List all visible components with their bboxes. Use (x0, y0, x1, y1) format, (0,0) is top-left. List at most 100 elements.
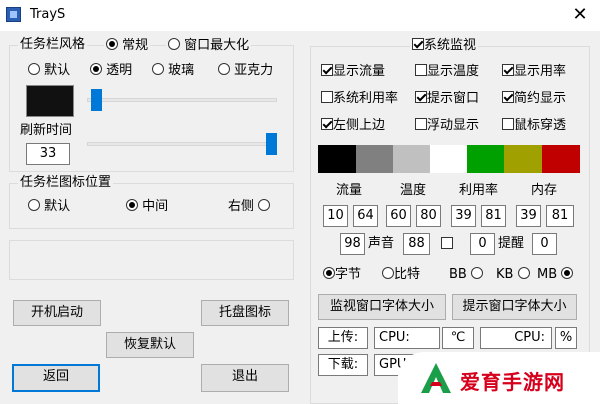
back-button[interactable]: 返回 (12, 364, 100, 392)
radio-position-right-label: 右侧 (228, 199, 255, 214)
sound-value-field[interactable]: 98 (340, 233, 365, 255)
cpu-temp-field[interactable]: CPU: (374, 327, 440, 349)
check-left-top-box (321, 118, 333, 130)
color-swatch[interactable] (393, 145, 430, 173)
color-swatch[interactable] (356, 145, 393, 173)
header-memory: 内存 (531, 183, 558, 198)
restore-default-button[interactable]: 恢复默认 (106, 332, 194, 358)
radio-style-default-indicator (28, 63, 40, 75)
color-swatch[interactable] (504, 145, 542, 173)
check-floating-display[interactable]: 浮动显示 (415, 117, 479, 135)
percent-unit: % (555, 327, 577, 349)
check-tip-window[interactable]: 提示窗口 (415, 90, 479, 108)
check-mouse-passthrough-box (502, 118, 514, 130)
refresh-slider-thumb[interactable] (266, 133, 277, 155)
reminder-checkbox[interactable] (441, 237, 453, 252)
radio-unit-kb-label: KB (496, 267, 514, 282)
check-show-traffic[interactable]: 显示流量 (321, 63, 385, 81)
check-floating-display-label: 浮动显示 (427, 118, 480, 133)
radio-unit-mb-label: MB (537, 267, 558, 282)
check-show-temperature-label: 显示温度 (427, 64, 480, 79)
radio-mode-normal-indicator (106, 38, 118, 50)
color-preview-swatch[interactable] (26, 85, 74, 117)
reminder-checkbox-box (441, 237, 453, 249)
radio-unit-bits[interactable]: 比特 (382, 266, 420, 284)
title-bar (0, 0, 600, 31)
memory-threshold-low[interactable]: 39 (516, 205, 541, 227)
radio-unit-kb[interactable]: KB (496, 266, 530, 284)
radio-unit-bb-label: BB (449, 267, 467, 282)
radio-position-center-indicator (126, 199, 138, 211)
radio-unit-bytes-indicator (323, 267, 335, 279)
monitor-font-size-button[interactable]: 监视窗口字体大小 (318, 294, 446, 320)
traffic-threshold-high[interactable]: 64 (353, 205, 378, 227)
color-swatch[interactable] (318, 145, 356, 173)
color-swatch[interactable] (467, 145, 504, 173)
check-mouse-passthrough[interactable]: 鼠标穿透 (502, 117, 566, 135)
usage-threshold-high[interactable]: 81 (481, 205, 506, 227)
radio-unit-bytes[interactable]: 字节 (323, 266, 361, 284)
radio-style-transparent-indicator (90, 63, 102, 75)
header-traffic: 流量 (336, 183, 363, 198)
reminder-value-field[interactable]: 0 (470, 233, 495, 255)
check-system-usage[interactable]: 系统利用率 (321, 90, 398, 108)
transparency-slider-thumb[interactable] (91, 89, 102, 111)
color-swatch[interactable] (430, 145, 467, 173)
radio-unit-kb-indicator (517, 267, 530, 279)
tip-font-size-button[interactable]: 提示窗口字体大小 (452, 294, 577, 320)
check-simple-display[interactable]: 简约显示 (502, 90, 566, 108)
autostart-button[interactable]: 开机启动 (13, 300, 101, 326)
memory-threshold-high[interactable]: 81 (546, 205, 574, 227)
radio-style-transparent-label: 透明 (106, 63, 133, 78)
check-show-temperature-box (415, 64, 427, 76)
radio-style-acrylic[interactable]: 亚克力 (218, 62, 273, 80)
temperature-threshold-high[interactable]: 80 (416, 205, 441, 227)
radio-style-glass[interactable]: 玻璃 (152, 62, 194, 80)
taskbar-style-legend: 任务栏风格 (18, 37, 88, 53)
radio-position-center[interactable]: 中间 (126, 198, 168, 216)
radio-position-default[interactable]: 默认 (28, 198, 70, 216)
color-swatch[interactable] (542, 145, 580, 173)
radio-style-acrylic-label: 亚克力 (234, 63, 274, 78)
radio-mode-maximized-label: 窗口最大化 (184, 38, 250, 53)
transparency-slider-track (87, 98, 277, 102)
empty-panel (9, 240, 294, 280)
traffic-threshold-low[interactable]: 10 (323, 205, 348, 227)
check-left-top[interactable]: 左侧上边 (321, 117, 385, 135)
radio-position-right-indicator (258, 199, 271, 211)
upload-label-box: 上传: (318, 327, 368, 349)
temperature-threshold-low[interactable]: 60 (386, 205, 411, 227)
exit-button[interactable]: 退出 (201, 364, 289, 392)
radio-style-default-label: 默认 (44, 63, 71, 78)
radio-style-transparent[interactable]: 透明 (90, 62, 132, 80)
radio-unit-mb[interactable]: MB (537, 266, 574, 284)
radio-style-acrylic-indicator (218, 63, 230, 75)
color-swatch-row (318, 145, 580, 173)
radio-unit-bb-indicator (470, 267, 483, 279)
radio-unit-bb[interactable]: BB (449, 266, 483, 284)
sound-value-field-2[interactable]: 88 (403, 233, 430, 255)
tray-icon-button[interactable]: 托盘图标 (201, 300, 289, 326)
refresh-time-label: 刷新时间 (20, 123, 73, 138)
radio-style-default[interactable]: 默认 (28, 62, 70, 80)
check-show-usage-box (502, 64, 514, 76)
reminder-value-field-2[interactable]: 0 (532, 233, 557, 255)
header-usage: 利用率 (459, 183, 499, 198)
radio-mode-maximized[interactable]: 窗口最大化 (166, 37, 252, 55)
usage-threshold-low[interactable]: 39 (451, 205, 476, 227)
radio-mode-maximized-indicator (168, 38, 180, 50)
system-monitor-toggle[interactable]: 系统监视 (410, 37, 479, 55)
check-show-usage[interactable]: 显示用率 (502, 63, 566, 81)
radio-position-right[interactable]: 右侧 (228, 198, 271, 216)
radio-mode-normal[interactable]: 常规 (104, 37, 151, 55)
system-monitor-checkbox (412, 38, 424, 50)
header-temperature: 温度 (400, 183, 427, 198)
refresh-time-field[interactable]: 33 (26, 143, 70, 165)
cpu-usage-field[interactable]: CPU: (480, 327, 552, 349)
radio-style-glass-indicator (152, 63, 164, 75)
close-button[interactable]: ✕ (566, 3, 594, 27)
app-icon (6, 7, 21, 22)
radio-position-default-label: 默认 (44, 199, 71, 214)
check-show-temperature[interactable]: 显示温度 (415, 63, 479, 81)
check-system-usage-box (321, 91, 333, 103)
